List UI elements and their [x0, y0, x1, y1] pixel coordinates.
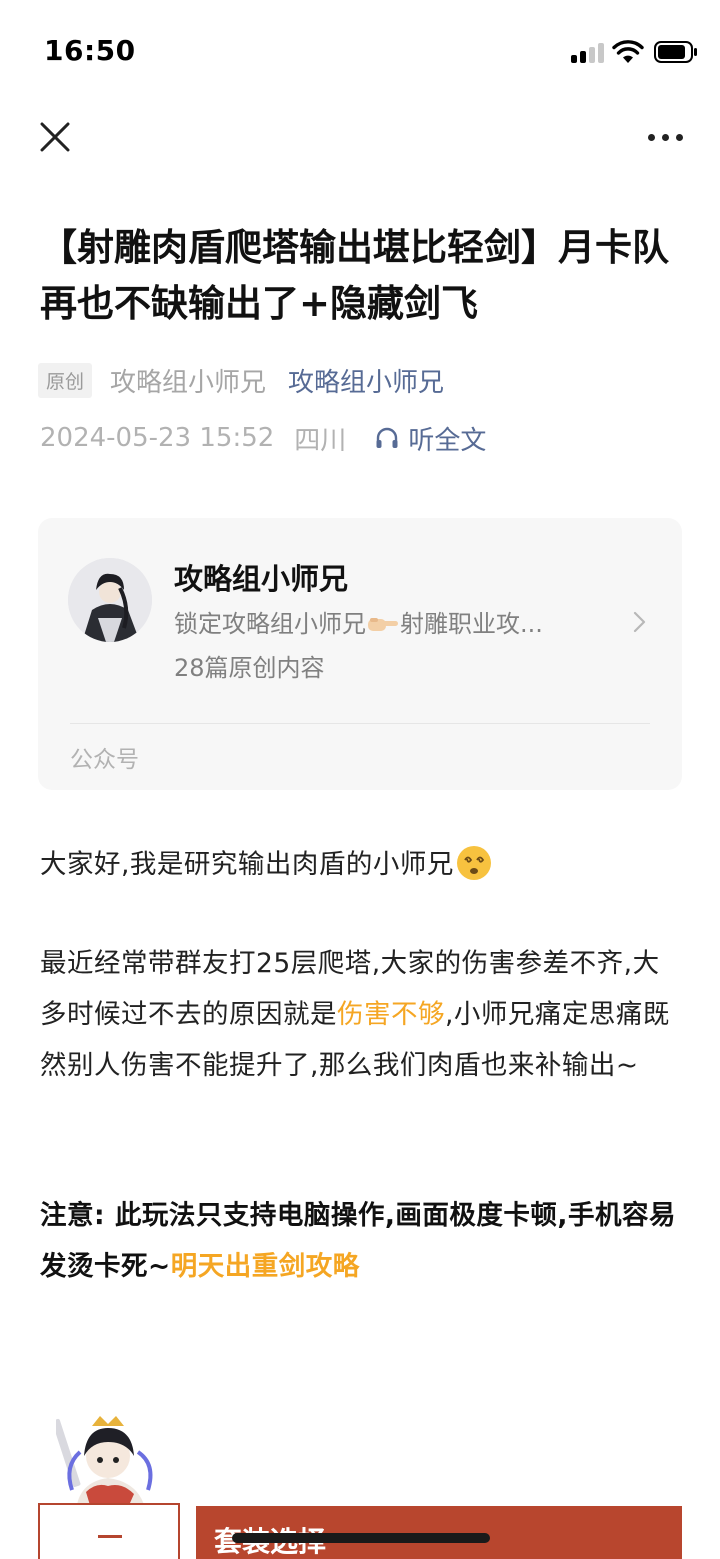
- wifi-icon: [612, 40, 644, 63]
- account-avatar: [68, 558, 152, 642]
- chevron-right-icon: [633, 611, 646, 633]
- paragraph-main: 最近经常带群友打25层爬塔,大家的伤害参差不齐,大多时候过不去的原因就是伤害不够…: [40, 938, 684, 1091]
- account-description-rest: 射雕职业攻...: [400, 610, 543, 638]
- account-description: 锁定攻略组小师兄 射雕职业攻...: [174, 604, 594, 639]
- author-name: 攻略组小师兄: [110, 367, 267, 398]
- status-bar: 16:50: [0, 0, 720, 100]
- highlight-damage: 伤害不够: [337, 999, 445, 1030]
- account-card[interactable]: 攻略组小师兄 锁定攻略组小师兄 射雕职业攻... 28篇原创内容 公众号: [38, 518, 682, 790]
- listen-full-button[interactable]: 听全文: [408, 420, 486, 457]
- publish-date: 2024-05-23 15:52: [40, 423, 275, 453]
- account-name: 攻略组小师兄: [174, 562, 349, 596]
- cellular-signal-icon: [571, 41, 605, 63]
- paragraph-intro: 大家好,我是研究输出肉盾的小师兄: [40, 839, 684, 890]
- article-meta-time: 2024-05-23 15:52 四川 听全文: [40, 418, 486, 458]
- account-link[interactable]: 攻略组小师兄: [288, 362, 444, 399]
- dizzy-face-emoji: [456, 845, 492, 881]
- publish-region: 四川: [294, 425, 347, 456]
- headphone-icon[interactable]: [374, 425, 400, 451]
- close-icon[interactable]: [38, 120, 72, 154]
- card-footer-label: 公众号: [70, 747, 139, 773]
- more-dots-icon[interactable]: [646, 128, 686, 148]
- original-tag: 原创: [38, 362, 93, 398]
- paragraph-notice: 注意: 此玩法只支持电脑操作,画面极度卡顿,手机容易发烫卡死~明天出重剑攻略: [40, 1190, 684, 1292]
- article-title: 【射雕肉盾爬塔输出堪比轻剑】月卡队再也不缺输出了+隐藏剑飞: [40, 226, 669, 325]
- original-count: 28篇原创内容: [174, 654, 325, 682]
- card-divider: [70, 723, 650, 724]
- home-indicator[interactable]: [232, 1533, 490, 1543]
- paragraph-intro-text: 大家好,我是研究输出肉盾的小师兄: [40, 849, 454, 880]
- section-number-box: 一: [38, 1503, 180, 1559]
- section-number-mark: [98, 1535, 122, 1538]
- mascot-image: [52, 1412, 162, 1512]
- battery-icon: [654, 41, 697, 63]
- account-description-text: 锁定攻略组小师兄: [174, 610, 366, 638]
- status-time: 16:50: [44, 34, 136, 67]
- highlight-tomorrow: 明天出重剑攻略: [170, 1251, 360, 1282]
- pointing-hand-emoji: [366, 613, 400, 635]
- article-meta: 原创 攻略组小师兄 攻略组小师兄: [38, 360, 444, 400]
